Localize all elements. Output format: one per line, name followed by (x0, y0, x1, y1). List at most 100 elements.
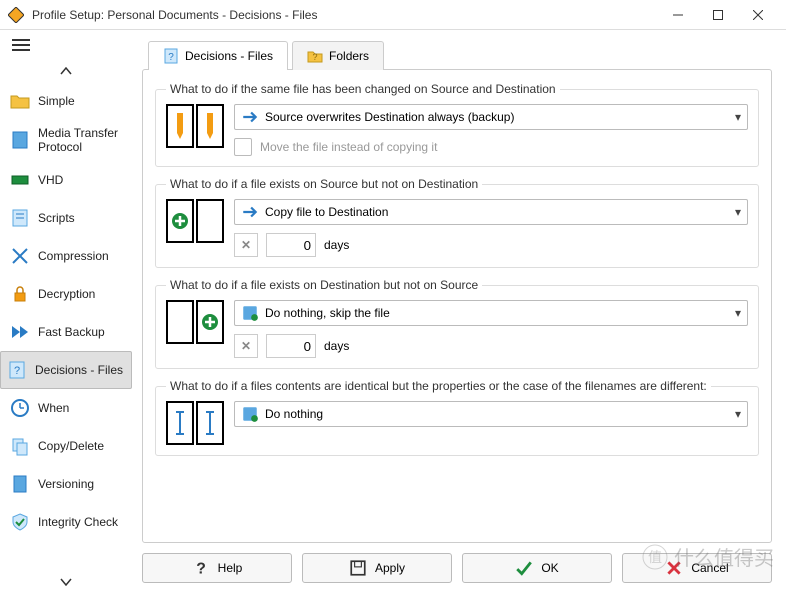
identical-select[interactable]: Do nothing ▾ (234, 401, 748, 427)
disk-icon (10, 170, 30, 190)
tab-label: Decisions - Files (185, 49, 273, 63)
shield-check-icon (10, 512, 30, 532)
fast-forward-icon (10, 322, 30, 342)
button-label: Apply (375, 561, 405, 575)
empty-card-icon (196, 199, 224, 243)
question-folder-icon: ? (307, 48, 323, 64)
close-button[interactable] (738, 0, 778, 30)
sidebar-item-compression[interactable]: Compression (0, 237, 132, 275)
sidebar-item-copy-delete[interactable]: Copy/Delete (0, 427, 132, 465)
stop-icon (241, 405, 259, 423)
apply-button[interactable]: Apply (302, 553, 452, 583)
check-icon (515, 559, 533, 577)
sidebar: Simple Media Transfer Protocol VHD Scrip… (0, 30, 132, 593)
pencil-card-icon (196, 104, 224, 148)
sidebar-item-label: Copy/Delete (38, 439, 104, 453)
sidebar-item-fast-backup[interactable]: Fast Backup (0, 313, 132, 351)
only-dest-select[interactable]: Do nothing, skip the file ▾ (234, 300, 748, 326)
x-icon (665, 559, 683, 577)
select-value: Source overwrites Destination always (ba… (265, 110, 735, 124)
button-label: Help (218, 561, 243, 575)
stop-icon (241, 304, 259, 322)
sidebar-item-integrity[interactable]: Integrity Check (0, 503, 132, 541)
move-checkbox-row[interactable]: Move the file instead of copying it (234, 138, 748, 156)
window-controls (658, 0, 778, 30)
app-icon (8, 7, 24, 23)
button-label: OK (541, 561, 558, 575)
device-icon (10, 130, 30, 150)
chevron-down-icon: ▾ (735, 407, 741, 421)
section-identical: What to do if a files contents are ident… (155, 379, 759, 456)
minimize-button[interactable] (658, 0, 698, 30)
only-source-select[interactable]: Copy file to Destination ▾ (234, 199, 748, 225)
sidebar-item-decisions-files[interactable]: ? Decisions - Files (0, 351, 132, 389)
section-both-changed: What to do if the same file has been cha… (155, 82, 759, 167)
days-input[interactable] (266, 334, 316, 358)
section-only-source: What to do if a file exists on Source bu… (155, 177, 759, 268)
select-value: Copy file to Destination (265, 205, 735, 219)
sidebar-item-label: Media Transfer Protocol (38, 126, 122, 155)
tab-folders[interactable]: ? Folders (292, 41, 384, 70)
section-only-dest: What to do if a file exists on Destinati… (155, 278, 759, 369)
section-legend: What to do if a file exists on Destinati… (166, 278, 482, 292)
sidebar-item-label: Versioning (38, 477, 94, 491)
content-area: ? Decisions - Files ? Folders What to do… (132, 30, 786, 593)
sidebar-item-label: Decryption (38, 287, 95, 301)
icon-pair (166, 300, 224, 344)
chevron-down-icon: ▾ (735, 306, 741, 320)
ok-button[interactable]: OK (462, 553, 612, 583)
copy-icon (10, 436, 30, 456)
sidebar-item-decryption[interactable]: Decryption (0, 275, 132, 313)
folder-icon (10, 91, 30, 111)
select-value: Do nothing (265, 407, 735, 421)
sidebar-item-label: Scripts (38, 211, 75, 225)
sidebar-item-label: When (38, 401, 69, 415)
compress-icon (10, 246, 30, 266)
sidebar-item-mtp[interactable]: Media Transfer Protocol (0, 120, 132, 161)
sidebar-item-label: Fast Backup (38, 325, 105, 339)
file-icon (10, 474, 30, 494)
section-legend: What to do if a files contents are ident… (166, 379, 711, 393)
sidebar-scroll-up[interactable] (0, 60, 132, 82)
clear-days-button[interactable]: ✕ (234, 233, 258, 257)
question-file-icon: ? (163, 48, 179, 64)
select-value: Do nothing, skip the file (265, 306, 735, 320)
sidebar-item-scripts[interactable]: Scripts (0, 199, 132, 237)
tab-label: Folders (329, 49, 369, 63)
tab-decisions-files[interactable]: ? Decisions - Files (148, 41, 288, 70)
svg-text:?: ? (313, 52, 318, 62)
save-icon (349, 559, 367, 577)
section-legend: What to do if the same file has been cha… (166, 82, 560, 96)
menu-button[interactable] (0, 30, 132, 60)
sidebar-item-label: Decisions - Files (35, 363, 123, 377)
question-file-icon: ? (7, 360, 27, 380)
days-label: days (324, 238, 349, 252)
clear-days-button[interactable]: ✕ (234, 334, 258, 358)
question-icon: ? (192, 559, 210, 577)
help-button[interactable]: ? Help (142, 553, 292, 583)
sidebar-item-when[interactable]: When (0, 389, 132, 427)
both-changed-select[interactable]: Source overwrites Destination always (ba… (234, 104, 748, 130)
icon-pair (166, 401, 224, 445)
chevron-down-icon: ▾ (735, 205, 741, 219)
plus-card-icon (166, 199, 194, 243)
icon-pair (166, 199, 224, 243)
sidebar-item-versioning[interactable]: Versioning (0, 465, 132, 503)
window-title: Profile Setup: Personal Documents - Deci… (32, 8, 658, 22)
sidebar-item-vhd[interactable]: VHD (0, 161, 132, 199)
icon-pair (166, 104, 224, 148)
chevron-down-icon: ▾ (735, 110, 741, 124)
sidebar-item-simple[interactable]: Simple (0, 82, 132, 120)
section-legend: What to do if a file exists on Source bu… (166, 177, 482, 191)
maximize-button[interactable] (698, 0, 738, 30)
sidebar-item-label: Compression (38, 249, 109, 263)
days-input[interactable] (266, 233, 316, 257)
lock-icon (10, 284, 30, 304)
sidebar-item-label: Integrity Check (38, 515, 118, 529)
sidebar-scroll-down[interactable] (0, 571, 132, 593)
cancel-button[interactable]: Cancel (622, 553, 772, 583)
sidebar-item-label: VHD (38, 173, 63, 187)
clock-icon (10, 398, 30, 418)
svg-text:?: ? (14, 365, 20, 377)
script-icon (10, 208, 30, 228)
